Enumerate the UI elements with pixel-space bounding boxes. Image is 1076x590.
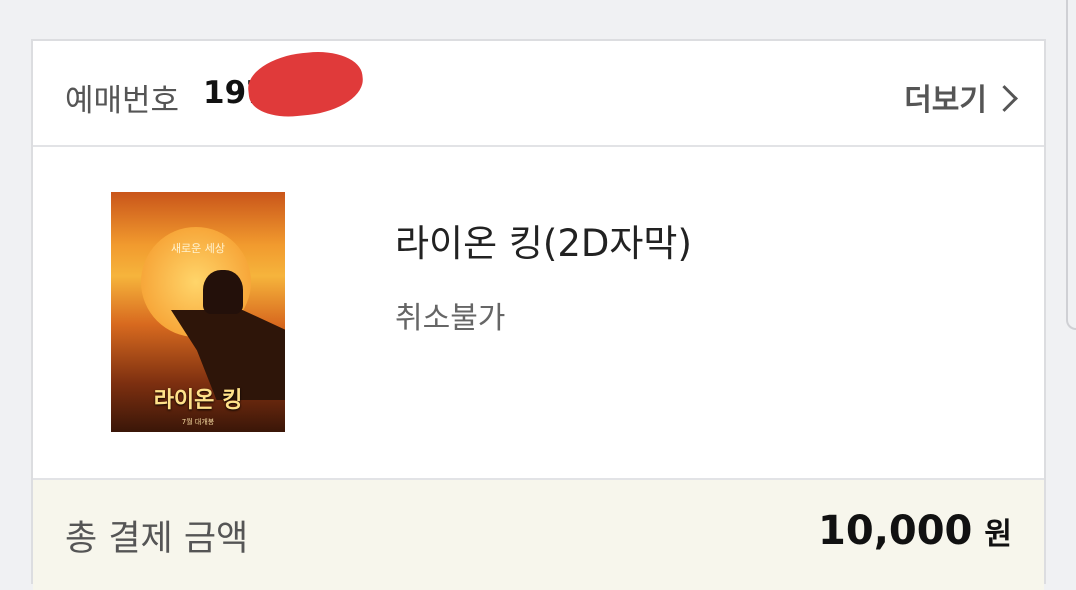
cancel-status: 취소불가 [395, 301, 506, 336]
poster-lion [203, 270, 243, 314]
total-payment-amount: 10,000 원 [818, 508, 1012, 554]
booking-card: 예매번호 1972 더보기 새로운 세상 라이온 킹 7월 대개봉 라이온 킹(… [31, 39, 1046, 590]
booking-header: 예매번호 1972 더보기 [33, 41, 1044, 147]
movie-title: 라이온 킹(2D자막) [395, 222, 692, 265]
poster-tagline: 새로운 세상 [170, 242, 226, 255]
total-payment-label: 총 결제 금액 [65, 519, 249, 559]
more-label: 더보기 [904, 83, 987, 118]
more-button[interactable]: 더보기 [904, 75, 1018, 119]
movie-row[interactable]: 새로운 세상 라이온 킹 7월 대개봉 라이온 킹(2D자막) 취소불가 [33, 147, 1044, 478]
currency-unit: 원 [984, 517, 1012, 552]
total-amount-value: 10,000 [818, 508, 973, 554]
scroll-edge [1066, 0, 1076, 330]
redaction-mark [245, 47, 366, 121]
payment-summary: 총 결제 금액 10,000 원 [33, 478, 1044, 590]
chevron-right-icon [991, 84, 1018, 112]
movie-poster[interactable]: 새로운 세상 라이온 킹 7월 대개봉 [111, 192, 285, 432]
poster-title: 라이온 킹 [153, 388, 243, 413]
booking-number-label: 예매번호 [65, 83, 180, 119]
poster-release: 7월 대개봉 [181, 418, 215, 426]
